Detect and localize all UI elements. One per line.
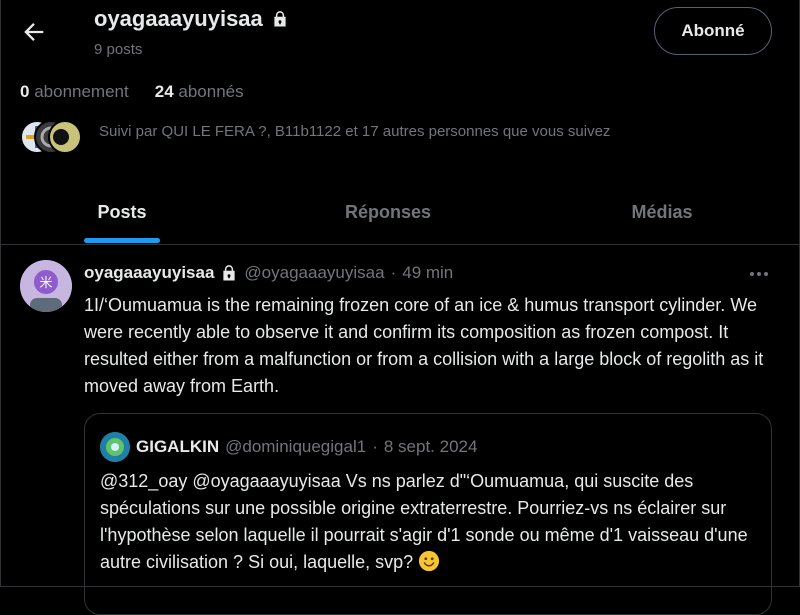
quote-author-handle[interactable]: @dominiquegigal1 <box>225 437 366 457</box>
followed-by-text[interactable]: Suivi par QUI LE FERA ?, B11b1122 et 17 … <box>99 123 610 140</box>
tab-media[interactable]: Médias <box>580 180 744 244</box>
following-link[interactable]: 0 abonnement <box>20 82 129 102</box>
tweet-author-name[interactable]: oyagaaayuyisaa <box>84 263 214 283</box>
tab-posts[interactable]: Posts <box>60 180 184 244</box>
followers-count: 24 <box>154 82 174 101</box>
back-arrow-icon[interactable] <box>20 18 48 46</box>
lock-icon <box>223 265 236 281</box>
separator-dot: · <box>372 437 378 456</box>
followed-by-avatars[interactable] <box>20 120 84 154</box>
tweet-header: oyagaaayuyisaa @oyagaaayuyisaa · 49 min <box>84 263 453 283</box>
followers-label: abonnés <box>178 82 244 101</box>
quote-text-block: @312_oay @oyagaaayuyisaa Vs ns parlez d"… <box>100 468 760 576</box>
more-icon[interactable] <box>748 266 770 282</box>
posts-count: 9 posts <box>94 41 143 58</box>
smile-emoji-icon <box>419 550 440 572</box>
subscribed-button[interactable]: Abonné <box>654 7 772 55</box>
following-count: 0 <box>20 82 30 101</box>
following-label: abonnement <box>34 82 129 101</box>
svg-text:米: 米 <box>39 276 52 291</box>
tab-replies[interactable]: Réponses <box>300 180 476 244</box>
separator-dot: · <box>390 263 397 282</box>
follow-stats: 0 abonnement 24 abonnés <box>20 82 244 102</box>
tweet-author-handle[interactable]: @oyagaaayuyisaa <box>244 263 384 283</box>
profile-tabs: Posts Réponses Médias <box>0 180 800 245</box>
avatar <box>48 120 82 154</box>
quote-header: GIGALKIN @dominiquegigal1 · 8 sept. 2024 <box>100 432 477 462</box>
followers-link[interactable]: 24 abonnés <box>155 82 244 102</box>
quote-author-name[interactable]: GIGALKIN <box>136 437 219 457</box>
quoted-tweet[interactable]: GIGALKIN @dominiquegigal1 · 8 sept. 2024… <box>84 413 772 615</box>
avatar[interactable]: 米 <box>20 260 72 312</box>
active-tab-indicator <box>84 238 160 243</box>
profile-name: oyagaaayuyisaa <box>94 6 263 31</box>
tweet-text: 1I/‘Oumuamua is the remaining frozen cor… <box>84 295 764 396</box>
avatar <box>100 432 130 462</box>
tweet-timestamp[interactable]: 49 min <box>402 263 453 283</box>
profile-header: oyagaaayuyisaa <box>94 6 289 32</box>
quote-date[interactable]: 8 sept. 2024 <box>384 437 478 457</box>
lock-icon <box>274 11 286 27</box>
